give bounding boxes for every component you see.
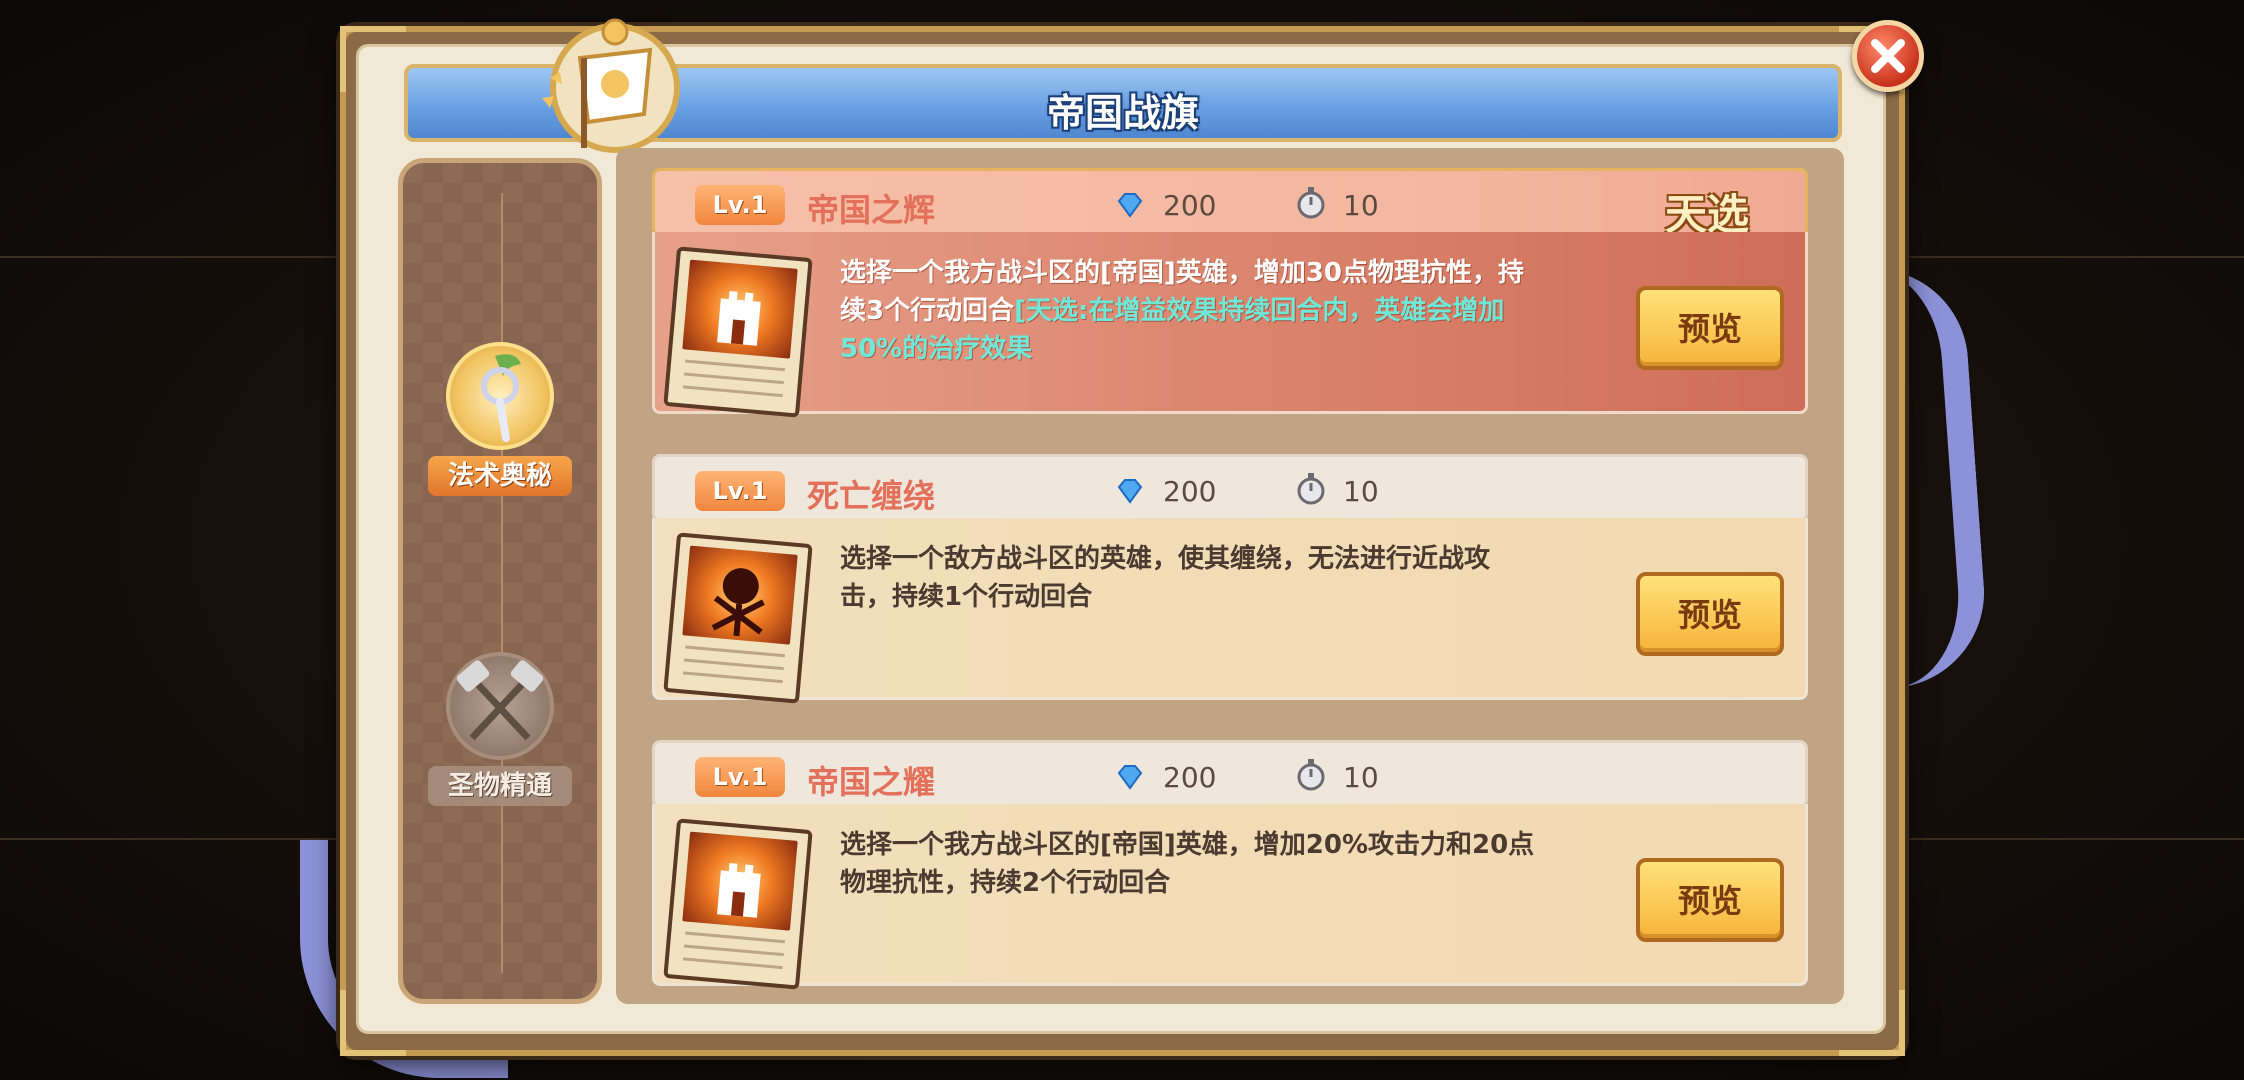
preview-button[interactable]: 预览 (1636, 572, 1784, 656)
castle-icon (682, 259, 798, 359)
skill-description: 选择一个我方战斗区的[帝国]英雄，增加20%攻击力和20点物理抗性，持续2个行动… (840, 830, 1535, 898)
category-sidebar (398, 158, 602, 1004)
skill-cost: 200 (1163, 475, 1217, 508)
skill-name: 死亡缠绕 (807, 477, 936, 515)
close-button[interactable] (1852, 20, 1924, 92)
sidebar-item-label: 圣物精通 (428, 766, 572, 806)
level-badge: Lv.1 (695, 471, 785, 511)
skill-turns: 10 (1343, 761, 1379, 794)
gem-icon (1117, 765, 1143, 790)
close-icon (1871, 39, 1905, 73)
skill-card: Lv.1 帝国之耀 200 10 选择一个我方战斗区的[帝国]英雄，增加20%攻… (652, 740, 1808, 990)
skill-card: Lv.1 帝国之辉 200 10 天选 选择一个我方战斗区的[帝国]英雄，增加3… (652, 168, 1808, 418)
crossed-hammers-icon (446, 652, 554, 760)
stopwatch-icon (1297, 759, 1325, 791)
castle-icon (682, 831, 798, 931)
sidebar-rail (501, 193, 503, 973)
skill-description: 选择一个敌方战斗区的英雄，使其缠绕，无法进行近战攻击，持续1个行动回合 (840, 544, 1491, 612)
preview-button[interactable]: 预览 (1636, 858, 1784, 942)
dark-orb-icon (682, 545, 798, 645)
skill-turns: 10 (1343, 475, 1379, 508)
sidebar-item-relic-mastery[interactable]: 圣物精通 (418, 644, 582, 814)
stopwatch-icon (1297, 187, 1325, 219)
skill-card-art (663, 818, 813, 990)
stopwatch-icon (1297, 473, 1325, 505)
skill-card: Lv.1 死亡缠绕 200 10 选择一个敌方战斗区的英雄，使其缠绕，无法进行近… (652, 454, 1808, 704)
skill-name: 帝国之耀 (807, 763, 936, 801)
gem-icon (1117, 193, 1143, 218)
skill-cost: 200 (1163, 189, 1217, 222)
gem-icon (1117, 479, 1143, 504)
banner-emblem-icon (520, 18, 700, 158)
skill-turns: 10 (1343, 189, 1379, 222)
level-badge: Lv.1 (695, 185, 785, 225)
skill-card-header: Lv.1 死亡缠绕 200 10 (652, 454, 1808, 522)
skill-card-header: Lv.1 帝国之耀 200 10 (652, 740, 1808, 808)
level-badge: Lv.1 (695, 757, 785, 797)
skill-description: 选择一个我方战斗区的[帝国]英雄，增加30点物理抗性，持续3个行动回合[天选:在… (840, 254, 1540, 368)
skill-card-art (663, 246, 813, 418)
skill-name: 帝国之辉 (807, 191, 936, 229)
sidebar-item-spell-mystery[interactable]: 法术奥秘 (418, 334, 582, 504)
skill-card-art (663, 532, 813, 704)
skill-cost: 200 (1163, 761, 1217, 794)
spell-wand-icon (446, 342, 554, 450)
skill-card-header: Lv.1 帝国之辉 200 10 天选 (652, 168, 1808, 239)
preview-button[interactable]: 预览 (1636, 286, 1784, 370)
sidebar-item-label: 法术奥秘 (428, 456, 572, 496)
